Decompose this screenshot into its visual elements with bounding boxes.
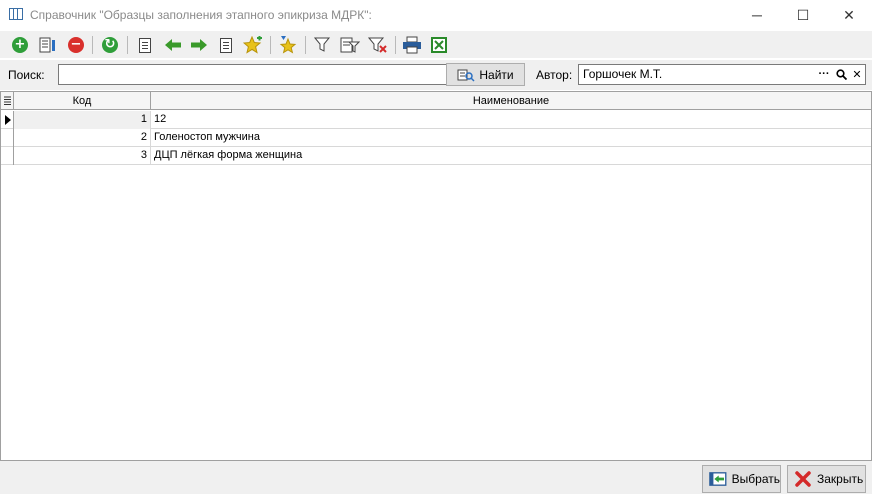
author-more-button[interactable]: ···	[817, 68, 831, 80]
export-excel-button[interactable]	[428, 34, 450, 56]
cell-name[interactable]: ДЦП лёгкая форма женщина	[151, 147, 871, 165]
search-icon	[835, 68, 847, 80]
author-clear-button[interactable]: ✕	[850, 68, 864, 81]
edit-record-icon	[39, 37, 55, 53]
close-window-button[interactable]: ✕	[826, 0, 872, 30]
cell-name[interactable]: 12	[151, 111, 871, 129]
window-title: Справочник "Образцы заполнения этапного …	[30, 8, 372, 22]
add-favorite-icon	[243, 36, 262, 54]
select-button[interactable]: Выбрать	[702, 465, 781, 493]
add-favorite-button[interactable]	[242, 34, 264, 56]
row-indicator-cell	[1, 129, 14, 147]
cell-code[interactable]: 3	[14, 147, 151, 165]
records-grid: Код Наименование 1 12 2 Голеностоп мужчи…	[0, 91, 872, 460]
toolbar-separator	[270, 36, 271, 54]
list-button[interactable]	[134, 34, 156, 56]
toolbar-separator	[127, 36, 128, 54]
table-row[interactable]: 3 ДЦП лёгкая форма женщина	[1, 147, 871, 165]
toolbar: + − ↻	[0, 31, 872, 58]
author-value: Горшочек М.Т.	[583, 67, 663, 81]
column-settings-icon	[3, 96, 11, 105]
excel-icon	[431, 37, 447, 53]
find-button[interactable]: Найти	[446, 63, 525, 86]
filter-button[interactable]	[312, 34, 334, 56]
filter-clear-button[interactable]	[367, 34, 389, 56]
column-header-code[interactable]: Код	[14, 92, 151, 110]
add-icon: +	[12, 37, 28, 53]
current-row-arrow-icon	[5, 115, 11, 125]
refresh-button[interactable]: ↻	[99, 34, 121, 56]
cell-code[interactable]: 2	[14, 129, 151, 147]
copy-record-icon	[220, 37, 232, 53]
favorite-button[interactable]	[277, 34, 299, 56]
filter-edit-button[interactable]	[339, 34, 361, 56]
select-button-label: Выбрать	[731, 472, 780, 486]
toolbar-separator	[395, 36, 396, 54]
close-button[interactable]: Закрыть	[787, 465, 866, 493]
search-bar: Поиск: Автор: Горшочек М.Т.	[0, 60, 872, 90]
author-label: Автор:	[536, 68, 573, 82]
search-input[interactable]	[58, 64, 448, 85]
find-button-label: Найти	[479, 67, 514, 82]
print-button[interactable]	[401, 34, 423, 56]
column-header-name[interactable]: Наименование	[151, 92, 871, 110]
arrow-right-icon	[191, 39, 207, 51]
add-button[interactable]: +	[9, 34, 31, 56]
close-icon	[795, 471, 811, 487]
author-lookup-button[interactable]	[834, 68, 848, 80]
filter-edit-icon	[340, 37, 360, 53]
toolbar-separator	[92, 36, 93, 54]
refresh-icon: ↻	[102, 37, 118, 53]
copy-record-button[interactable]	[215, 34, 237, 56]
next-button[interactable]	[188, 34, 210, 56]
table-icon	[9, 8, 23, 20]
table-row[interactable]: 1 12	[1, 111, 871, 129]
select-icon	[709, 472, 727, 486]
filter-clear-icon	[368, 37, 387, 53]
edit-record-button[interactable]	[37, 34, 59, 56]
row-indicator-cell	[1, 111, 14, 129]
column-chooser-button[interactable]	[1, 92, 14, 110]
search-label: Поиск:	[8, 68, 45, 82]
title-bar: Справочник "Образцы заполнения этапного …	[0, 0, 872, 30]
dialog-footer: Выбрать Закрыть	[0, 460, 872, 494]
toolbar-separator	[305, 36, 306, 54]
arrow-left-icon	[165, 39, 181, 51]
table-row[interactable]: 2 Голеностоп мужчина	[1, 129, 871, 147]
list-icon	[139, 37, 151, 53]
filter-icon	[314, 37, 331, 52]
maximize-button[interactable]: ☐	[780, 0, 826, 30]
cell-code[interactable]: 1	[14, 111, 151, 129]
previous-button[interactable]	[162, 34, 184, 56]
delete-icon: −	[68, 37, 84, 53]
cell-name[interactable]: Голеностоп мужчина	[151, 129, 871, 147]
minimize-button[interactable]: ─	[734, 0, 780, 30]
grid-header: Код Наименование	[1, 92, 871, 110]
print-icon	[403, 36, 421, 54]
find-icon	[457, 69, 475, 82]
favorite-down-icon	[279, 36, 297, 54]
row-indicator-cell	[1, 147, 14, 165]
delete-button[interactable]: −	[65, 34, 87, 56]
close-button-label: Закрыть	[817, 472, 864, 486]
